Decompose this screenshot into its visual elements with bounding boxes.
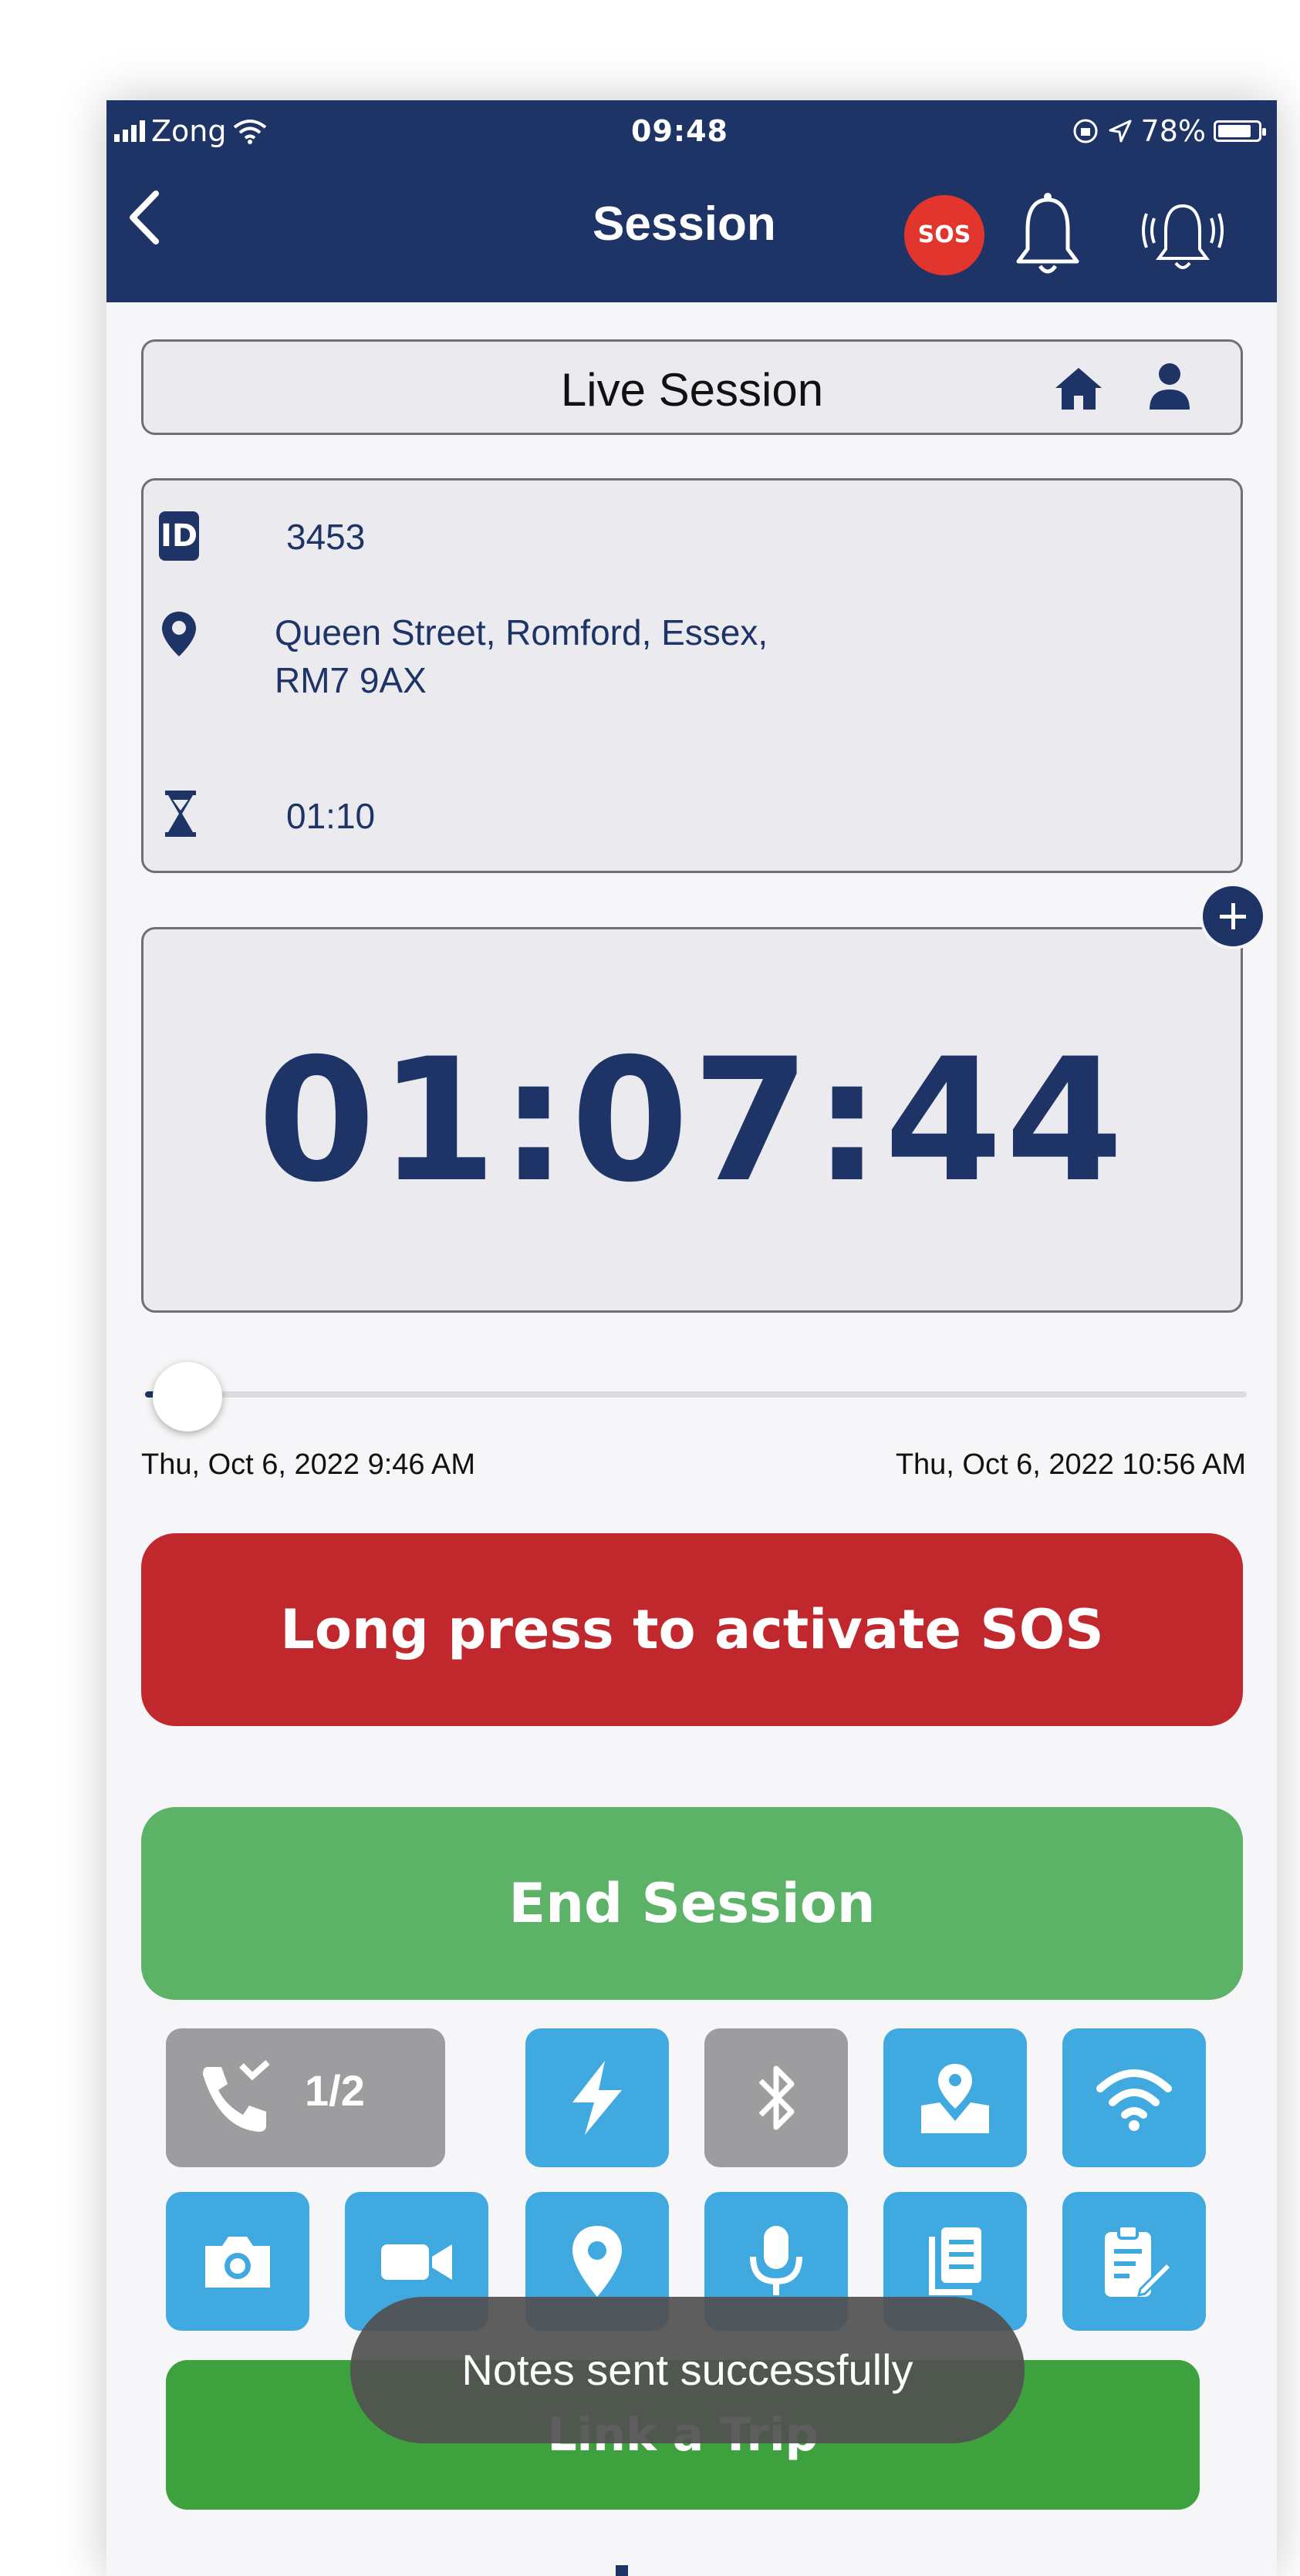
map-location-icon (921, 2064, 989, 2133)
status-right: 78% (1072, 114, 1266, 148)
microphone-icon (750, 2226, 802, 2295)
end-time-label: Thu, Oct 6, 2022 10:56 AM (895, 1448, 1246, 1481)
lightning-icon (572, 2061, 622, 2135)
id-icon: ID (159, 511, 199, 561)
bell-icon[interactable] (1009, 189, 1086, 282)
home-indicator (616, 2565, 628, 2576)
live-session-bar: Live Session (141, 339, 1243, 435)
map-tile[interactable] (883, 2028, 1027, 2167)
session-progress-slider[interactable] (145, 1362, 1247, 1431)
status-bar: Zong 09:48 78% (106, 100, 1277, 162)
status-time: 09:48 (631, 114, 728, 148)
page-title: Session (593, 197, 776, 251)
status-left: Zong (114, 114, 267, 148)
nav-bar: Session SOS (106, 174, 1277, 289)
documents-icon (929, 2227, 981, 2295)
session-duration: 01:10 (286, 796, 376, 836)
location-pin-icon (572, 2226, 622, 2297)
alarm-bell-icon[interactable] (1140, 187, 1225, 280)
address-line-2: RM7 9AX (275, 660, 427, 700)
sos-long-press-button[interactable]: Long press to activate SOS (141, 1533, 1243, 1726)
battery-icon (1214, 120, 1266, 142)
back-arrow-icon[interactable] (116, 183, 177, 252)
end-session-button[interactable]: End Session (141, 1807, 1243, 2000)
location-pin-icon (162, 612, 196, 656)
video-camera-icon (381, 2244, 452, 2280)
bluetooth-icon (758, 2065, 795, 2130)
person-icon[interactable] (1146, 362, 1193, 411)
bluetooth-tile[interactable] (704, 2028, 848, 2167)
home-icon[interactable] (1054, 365, 1103, 411)
start-time-label: Thu, Oct 6, 2022 9:46 AM (141, 1448, 476, 1481)
address-line-1: Queen Street, Romford, Essex, (275, 612, 768, 652)
wifi-icon (1096, 2069, 1172, 2131)
toast-notification: Notes sent successfully (350, 2297, 1025, 2443)
timer-card: 01:07:44 (141, 927, 1243, 1313)
slider-thumb[interactable] (152, 1362, 222, 1431)
wifi-tile[interactable] (1062, 2028, 1206, 2167)
camera-tile[interactable] (166, 2192, 309, 2331)
notes-tile[interactable] (1062, 2192, 1206, 2331)
clipboard-edit-icon (1105, 2224, 1173, 2298)
phone-screen: Zong 09:48 78% Session SOS Live Session … (106, 100, 1277, 2576)
app-header: Zong 09:48 78% Session SOS (106, 100, 1277, 302)
flash-tile[interactable] (525, 2028, 669, 2167)
session-info-card: ID 3453 Queen Street, Romford, Essex, RM… (141, 478, 1243, 873)
location-arrow-icon (1109, 120, 1132, 143)
session-id: 3453 (286, 517, 366, 557)
orientation-lock-icon (1073, 119, 1098, 143)
wifi-icon (233, 120, 266, 144)
phone-missed-icon (203, 2060, 270, 2132)
carrier-label: Zong (151, 114, 227, 148)
call-tile[interactable]: 1/2 (166, 2028, 445, 2167)
signal-icon (114, 120, 145, 142)
countdown-timer: 01:07:44 (257, 1022, 1127, 1219)
camera-icon (205, 2237, 270, 2288)
slider-track (145, 1391, 1247, 1398)
battery-percent: 78% (1140, 114, 1206, 148)
sos-badge-button[interactable]: SOS (904, 195, 984, 275)
add-time-button[interactable] (1200, 883, 1266, 949)
hourglass-icon (165, 791, 196, 837)
call-count: 1/2 (305, 2066, 365, 2115)
